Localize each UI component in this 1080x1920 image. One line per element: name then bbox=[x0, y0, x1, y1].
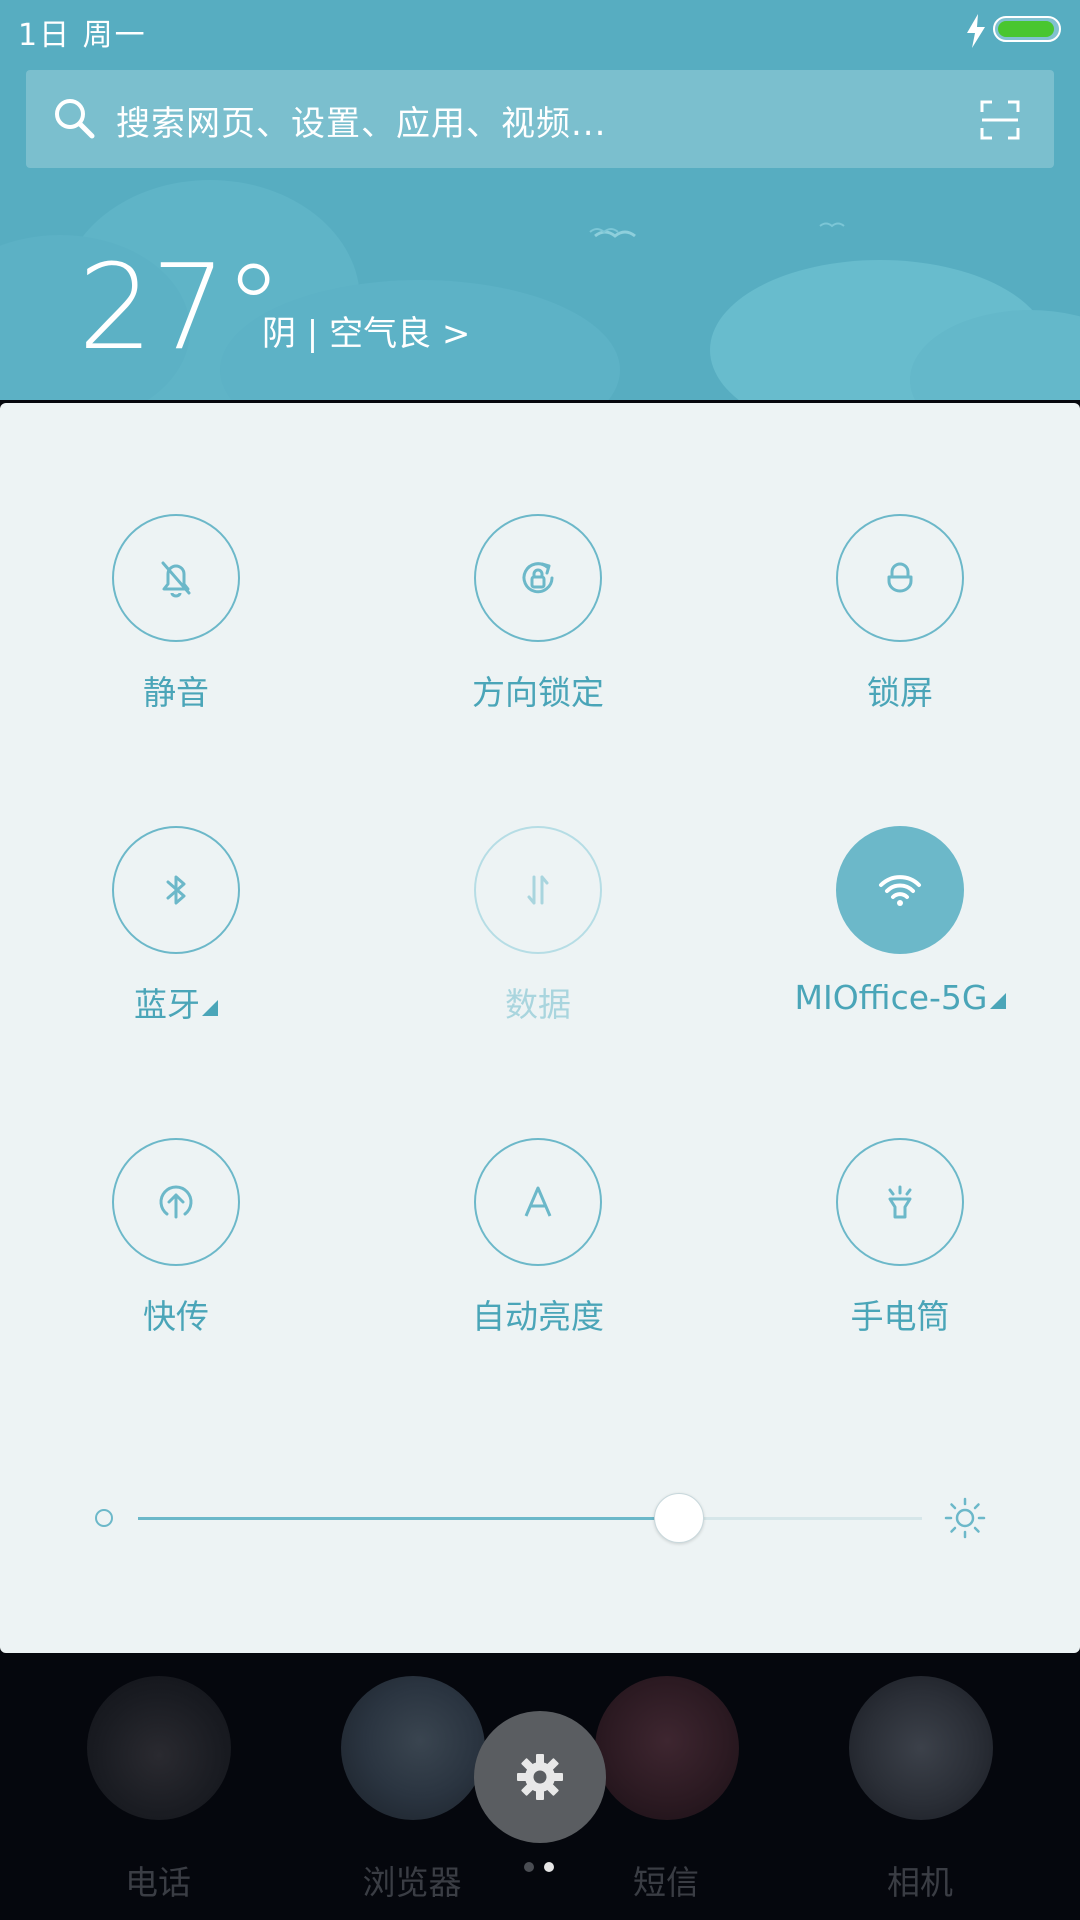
data-arrows-icon bbox=[527, 875, 549, 905]
expand-triangle-icon bbox=[989, 993, 1006, 1009]
tile-silent[interactable]: 静音 bbox=[0, 514, 360, 744]
tile-auto-brightness[interactable]: 自动亮度 bbox=[362, 1138, 722, 1368]
battery-icon bbox=[993, 16, 1061, 42]
dock-label-messages: 短信 bbox=[633, 1863, 699, 1902]
brightness-slider[interactable] bbox=[138, 1517, 922, 1520]
tile-flashlight-label: 手电筒 bbox=[850, 1297, 950, 1336]
lock-icon bbox=[887, 562, 913, 593]
dock-label-browser: 浏览器 bbox=[362, 1863, 462, 1902]
tile-rotation-lock[interactable]: 方向锁定 bbox=[362, 514, 722, 744]
app-icon-camera[interactable] bbox=[849, 1676, 993, 1820]
tile-wifi[interactable]: MIOffice-5G bbox=[724, 826, 1080, 1056]
brightness-slider-thumb[interactable] bbox=[653, 1493, 704, 1543]
search-icon bbox=[55, 99, 95, 139]
weather-description[interactable]: 阴 | 空气良 > bbox=[262, 306, 470, 355]
auto-brightness-icon bbox=[524, 1186, 552, 1217]
search-bar[interactable]: 搜索网页、设置、应用、视频... bbox=[26, 70, 1054, 168]
tile-quick-transfer-button[interactable] bbox=[112, 1138, 240, 1266]
tile-lock-screen-label: 锁屏 bbox=[867, 673, 933, 712]
status-bar: 1日 周一 bbox=[0, 0, 1080, 60]
tile-bluetooth-button[interactable] bbox=[112, 826, 240, 954]
brightness-fill bbox=[138, 1517, 679, 1520]
tile-wifi-button[interactable] bbox=[836, 826, 964, 954]
scan-icon[interactable] bbox=[980, 100, 1020, 140]
weather-temperature[interactable]: 27° bbox=[78, 238, 283, 376]
tile-bluetooth-text: 蓝牙 bbox=[134, 985, 200, 1024]
tile-bluetooth[interactable]: 蓝牙 bbox=[0, 826, 360, 1056]
charging-icon bbox=[967, 14, 985, 48]
tile-silent-button[interactable] bbox=[112, 514, 240, 642]
settings-button[interactable] bbox=[474, 1711, 606, 1843]
dock-label-phone: 电话 bbox=[125, 1863, 191, 1902]
app-icon-browser[interactable] bbox=[341, 1676, 485, 1820]
battery-level bbox=[998, 21, 1054, 37]
tile-auto-brightness-label: 自动亮度 bbox=[472, 1297, 604, 1336]
tile-auto-brightness-button[interactable] bbox=[474, 1138, 602, 1266]
expand-triangle-icon bbox=[202, 1000, 218, 1016]
page-dot-inactive bbox=[524, 1862, 534, 1872]
app-icon-messages[interactable] bbox=[595, 1676, 739, 1820]
dock-label-camera: 相机 bbox=[887, 1863, 953, 1902]
bell-off-icon bbox=[161, 561, 191, 598]
flashlight-icon bbox=[888, 1185, 912, 1219]
upload-icon bbox=[159, 1185, 193, 1219]
tile-quick-transfer-label: 快传 bbox=[143, 1297, 209, 1336]
page-indicator bbox=[522, 1862, 562, 1876]
wifi-icon bbox=[879, 875, 921, 906]
tile-mobile-data[interactable]: 数据 bbox=[362, 826, 722, 1056]
tile-mobile-data-label: 数据 bbox=[505, 985, 571, 1024]
dock-app-camera[interactable]: 相机 bbox=[820, 1676, 1020, 1906]
tile-mobile-data-button[interactable] bbox=[474, 826, 602, 954]
rotation-lock-icon bbox=[522, 562, 554, 594]
weather-header: 1日 周一 搜索网页、设置、应用、视频... 27° 阴 | 空气良 > bbox=[0, 0, 1080, 400]
dock-app-phone[interactable]: 电话 bbox=[58, 1676, 258, 1906]
page-dot-active bbox=[544, 1862, 554, 1872]
app-icon-phone[interactable] bbox=[87, 1676, 231, 1820]
tile-bluetooth-label: 蓝牙 bbox=[0, 978, 352, 1026]
gear-icon bbox=[517, 1754, 563, 1800]
bluetooth-icon bbox=[166, 875, 186, 905]
tile-rotation-lock-button[interactable] bbox=[474, 514, 602, 642]
tile-silent-label: 静音 bbox=[143, 673, 209, 712]
tile-rotation-lock-label: 方向锁定 bbox=[472, 673, 604, 712]
status-date: 1日 周一 bbox=[18, 18, 147, 53]
tile-flashlight[interactable]: 手电筒 bbox=[724, 1138, 1080, 1368]
search-input[interactable]: 搜索网页、设置、应用、视频... bbox=[116, 96, 606, 145]
tile-lock-screen-button[interactable] bbox=[836, 514, 964, 642]
brightness-low-icon bbox=[95, 1509, 113, 1527]
tile-lock-screen[interactable]: 锁屏 bbox=[724, 514, 1080, 744]
quick-settings-panel: 静音 方向锁定 锁屏 蓝牙 数据 MIOffice-5G 快传 自动亮度 手电筒 bbox=[0, 403, 1080, 1653]
brightness-high-icon bbox=[944, 1497, 986, 1539]
brightness-control bbox=[0, 1483, 1080, 1553]
tile-wifi-text: MIOffice-5G bbox=[794, 978, 988, 1017]
tile-quick-transfer[interactable]: 快传 bbox=[0, 1138, 360, 1368]
tile-flashlight-button[interactable] bbox=[836, 1138, 964, 1266]
tile-wifi-label: MIOffice-5G bbox=[724, 978, 1076, 1017]
